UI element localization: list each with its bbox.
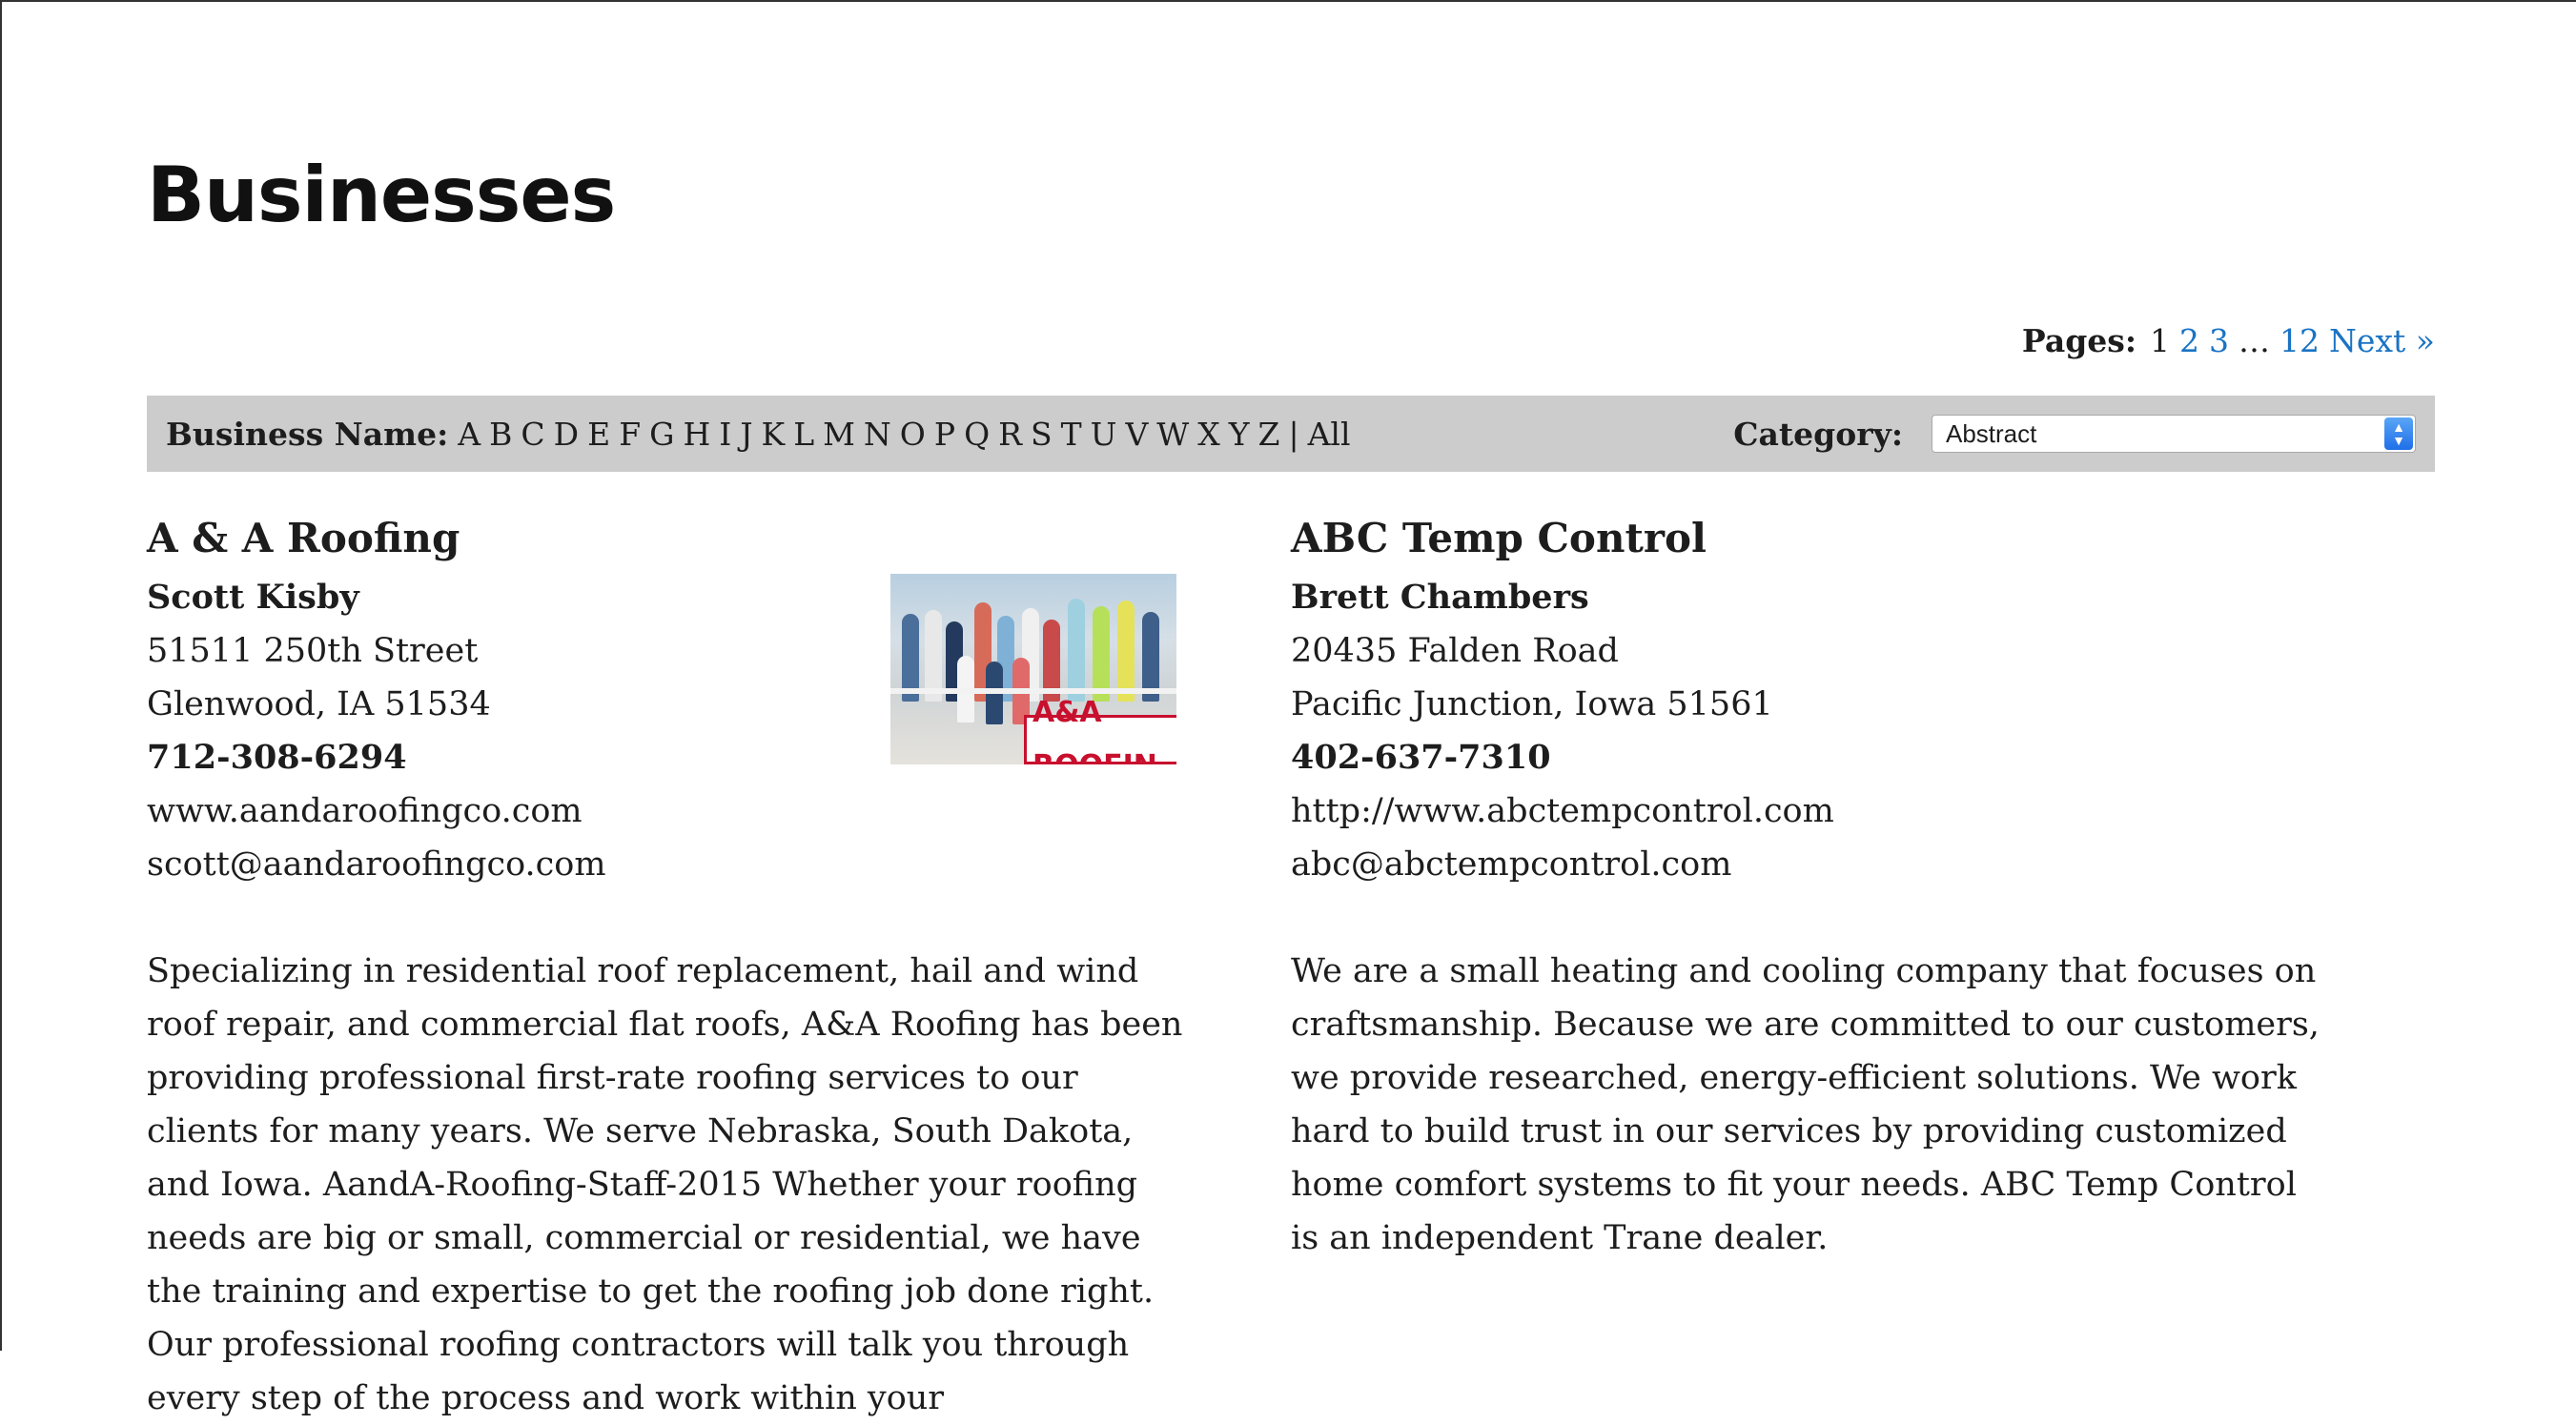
filter-bar: Business Name: ABCDEFGHIJKLMNOPQRSTUVWXY…: [147, 396, 2435, 472]
pagination-current-page: 1: [2150, 322, 2171, 359]
business-listing: A & A Roofing Scott Kisby 51511 250th St…: [147, 512, 1186, 1425]
pagination: Pages: 1 2 3… 12 Next »: [2022, 322, 2435, 359]
letter-filter-q[interactable]: Q: [964, 416, 990, 453]
business-name: ABC Temp Control: [1291, 515, 1707, 561]
letter-filter-list: A B C D E F G H I J K L M N O P Q R S T U V W X Y Z | All: [458, 416, 1359, 453]
letter-filter-w[interactable]: W: [1156, 416, 1189, 453]
category-filter: Category: Abstract ▲ ▼: [1733, 415, 2416, 453]
letter-filter-o[interactable]: O: [900, 416, 926, 453]
letter-filter-v[interactable]: V: [1125, 416, 1148, 453]
pagination-page-2[interactable]: 2: [2179, 322, 2199, 359]
letter-filter-h[interactable]: H: [683, 416, 710, 453]
letter-filter-m[interactable]: M: [823, 416, 855, 453]
category-select-value: Abstract: [1946, 418, 2037, 448]
business-photo: A&A ROOFIN: [890, 574, 1176, 764]
letter-filter-u[interactable]: U: [1091, 416, 1117, 453]
letter-filter-p[interactable]: P: [934, 416, 955, 453]
category-label: Category:: [1733, 415, 1903, 453]
business-listing: ABC Temp Control Brett Chambers 20435 Fa…: [1291, 512, 2330, 1265]
business-email: abc@abctempcontrol.com: [1291, 845, 1732, 884]
letter-filter-t[interactable]: T: [1061, 416, 1082, 453]
pagination-next-link[interactable]: Next »: [2329, 322, 2435, 359]
business-email: scott@aandaroofingco.com: [147, 845, 606, 884]
select-stepper-icon: ▲ ▼: [2384, 417, 2413, 450]
business-name-filter-label: Business Name:: [166, 415, 449, 453]
page-title: Businesses: [147, 151, 616, 239]
business-website: www.aandaroofingco.com: [147, 792, 583, 830]
business-address-line-1: 20435 Falden Road: [1291, 632, 1619, 670]
letter-filter-x[interactable]: X: [1197, 416, 1220, 453]
photo-banner: A&A ROOFIN: [1024, 696, 1176, 764]
letter-filter-r[interactable]: R: [998, 416, 1022, 453]
letter-filter-all[interactable]: All: [1308, 416, 1351, 453]
letter-filter-separator: |: [1288, 415, 1299, 453]
letter-filter-d[interactable]: D: [554, 416, 579, 453]
letter-filter-j[interactable]: J: [740, 416, 752, 453]
letter-filter-c[interactable]: C: [521, 416, 544, 453]
letter-filter-a[interactable]: A: [458, 416, 480, 453]
letter-filter-s[interactable]: S: [1031, 416, 1053, 453]
letter-filter-g[interactable]: G: [649, 416, 674, 453]
business-description: Specializing in residential roof replace…: [147, 952, 1183, 1417]
business-address-line-2: Pacific Junction, Iowa 51561: [1291, 685, 1773, 723]
pagination-page-last[interactable]: 12: [2280, 322, 2320, 359]
business-contact: Brett Chambers: [1291, 578, 1589, 617]
category-select[interactable]: Abstract ▲ ▼: [1932, 415, 2416, 453]
business-website: http://www.abctempcontrol.com: [1291, 792, 1834, 830]
letter-filter-l[interactable]: L: [793, 416, 814, 453]
business-phone: 402-637-7310: [1291, 738, 1551, 777]
letter-filter-f[interactable]: F: [619, 416, 641, 453]
pagination-label: Pages:: [2021, 322, 2137, 359]
letter-filter-i[interactable]: I: [719, 416, 731, 453]
pagination-ellipsis: …: [2239, 322, 2271, 359]
business-name: A & A Roofing: [147, 515, 460, 561]
letter-filter-b[interactable]: B: [489, 416, 512, 453]
letter-filter-y[interactable]: Y: [1229, 416, 1250, 453]
business-description: We are a small heating and cooling compa…: [1291, 952, 2320, 1257]
letter-filter-z[interactable]: Z: [1258, 416, 1280, 453]
letter-filter-k[interactable]: K: [762, 416, 786, 453]
letter-filter-e[interactable]: E: [587, 416, 610, 453]
letter-filter-n[interactable]: N: [864, 416, 891, 453]
pagination-page-3[interactable]: 3: [2209, 322, 2229, 359]
